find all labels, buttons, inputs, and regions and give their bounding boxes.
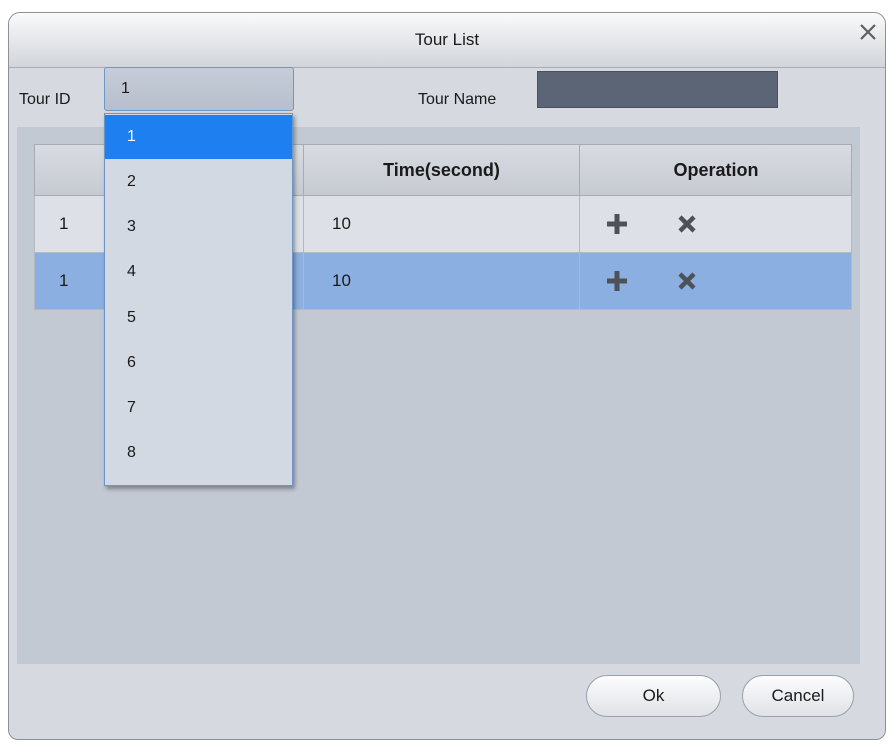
tour-id-select[interactable]: 1 [104, 67, 294, 111]
cell-divider [579, 196, 580, 252]
dropdown-option-2[interactable]: 2 [105, 160, 292, 204]
cell-divider [303, 253, 304, 309]
dropdown-option-7[interactable]: 7 [105, 386, 292, 430]
time-cell: 10 [332, 214, 351, 233]
ok-button[interactable]: Ok [586, 675, 721, 717]
plus-icon[interactable] [605, 212, 629, 236]
tour-id-label: Tour ID [19, 91, 71, 108]
cell-divider [303, 196, 304, 252]
preset-cell: 1 [59, 214, 69, 233]
delete-x-icon[interactable] [675, 269, 699, 293]
dropdown-option-1[interactable]: 1 [105, 115, 292, 159]
tour-name-label: Tour Name [418, 91, 497, 108]
dropdown-option-5[interactable]: 5 [105, 296, 292, 340]
plus-icon[interactable] [605, 269, 629, 293]
dialog-title: Tour List [414, 30, 480, 49]
delete-x-icon[interactable] [675, 212, 699, 236]
time-cell: 10 [332, 271, 351, 290]
close-icon[interactable] [857, 21, 879, 43]
title-bar: Tour List [9, 13, 885, 68]
cell-divider [579, 253, 580, 309]
dropdown-option-6[interactable]: 6 [105, 341, 292, 385]
dropdown-option-4[interactable]: 4 [105, 250, 292, 294]
col-header-operation[interactable]: Operation [580, 145, 852, 195]
dropdown-option-3[interactable]: 3 [105, 205, 292, 249]
preset-cell: 1 [59, 271, 69, 290]
col-header-time[interactable]: Time(second) [304, 145, 579, 195]
dropdown-option-8[interactable]: 8 [105, 431, 292, 475]
cancel-button[interactable]: Cancel [742, 675, 854, 717]
tour-id-dropdown-list: 1 2 3 4 5 6 7 8 [104, 113, 293, 486]
tour-name-input[interactable] [537, 71, 778, 108]
tour-id-value: 1 [121, 80, 130, 97]
